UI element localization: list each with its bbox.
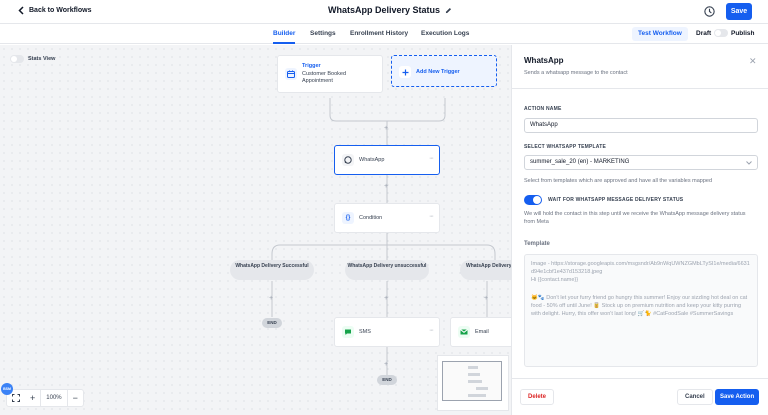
pencil-icon[interactable] [445, 7, 452, 14]
workflow-title: WhatsApp Delivery Status [328, 5, 452, 15]
add-step-plus[interactable]: + [269, 295, 273, 302]
zoom-in-button[interactable]: + [25, 390, 40, 406]
condition-node-label: Condition [359, 215, 383, 221]
close-icon[interactable]: ✕ [749, 56, 757, 67]
calendar-icon [285, 68, 297, 80]
workflow-title-text: WhatsApp Delivery Status [328, 5, 441, 15]
chevron-down-icon [746, 161, 752, 165]
tab-enrollment-history[interactable]: Enrollment History [350, 30, 408, 37]
template-select-value: summer_sale_20 (en) - MARKETING [530, 159, 630, 165]
tab-execution-logs[interactable]: Execution Logs [421, 30, 469, 37]
tab-settings[interactable]: Settings [310, 30, 336, 37]
save-action-button[interactable]: Save Action [715, 389, 760, 405]
end-marker: END [377, 375, 397, 385]
whatsapp-icon [342, 154, 354, 166]
sms-node-label: SMS [359, 329, 371, 335]
back-to-workflows-link[interactable]: Back to Workflows [18, 6, 92, 15]
wait-delivery-help: We will hold the contact in this step un… [524, 211, 746, 225]
template-image-line: Image - https://storage.googleapis.com/m… [531, 261, 750, 275]
more-icon[interactable]: ··· [429, 213, 434, 220]
condition-node[interactable]: {} Condition ··· [334, 203, 440, 233]
chevron-left-icon [18, 6, 24, 15]
add-new-trigger-button[interactable]: Add New Trigger [391, 55, 497, 87]
add-step-plus[interactable]: + [384, 125, 388, 132]
email-icon [458, 326, 470, 338]
template-message-line: 🐱🐾 Don't let your furry friend go hungry… [531, 295, 748, 317]
add-step-plus[interactable]: + [384, 183, 388, 190]
branch-failed[interactable]: WhatsApp Delivery Failed [460, 260, 511, 280]
add-step-plus[interactable]: + [384, 295, 388, 302]
delete-button[interactable]: Delete [520, 389, 555, 405]
template-section-label: Template [524, 241, 550, 247]
zoom-controls: + 100% − [6, 389, 84, 407]
action-name-input[interactable]: WhatsApp [524, 118, 758, 133]
add-step-plus[interactable]: + [484, 295, 488, 302]
panel-footer: Delete Cancel Save Action [512, 378, 768, 415]
more-icon[interactable]: ··· [429, 155, 434, 162]
branch-successful[interactable]: WhatsApp Delivery Successful [230, 260, 314, 280]
branch-unsuccessful[interactable]: WhatsApp Delivery unsuccessful [345, 260, 429, 280]
history-icon[interactable] [703, 5, 716, 18]
whatsapp-node-label: WhatsApp [359, 157, 385, 163]
trigger-node[interactable]: Trigger Customer Booked Appointment [277, 55, 383, 93]
workflow-canvas[interactable]: Stats View Trigger Customer Booked Appoi… [0, 45, 511, 415]
tab-builder[interactable]: Builder [273, 30, 296, 44]
template-greeting-line: Hi {{contact.name}} [531, 277, 579, 283]
whatsapp-node[interactable]: WhatsApp ··· [334, 145, 440, 175]
panel-subtitle: Sends a whatsapp message to the contact [524, 70, 628, 76]
plus-icon [399, 66, 411, 78]
tab-bar: Builder Settings Enrollment History Exec… [0, 24, 768, 44]
back-label: Back to Workflows [29, 7, 92, 14]
wait-delivery-label: WAIT FOR WHATSAPP MESSAGE DELIVERY STATU… [548, 197, 684, 203]
trigger-subtitle: Customer Booked Appointment [302, 71, 347, 84]
zoom-out-button[interactable]: − [68, 390, 83, 406]
draft-label: Draft [696, 30, 712, 37]
template-help-text: Select from templates which are approved… [524, 178, 713, 184]
minimap-nodes [468, 366, 488, 397]
add-step-plus[interactable]: + [384, 361, 388, 368]
publish-label: Publish [731, 30, 755, 37]
panel-title: WhatsApp [524, 56, 564, 65]
end-marker: END [262, 318, 282, 328]
user-avatar[interactable]: BSM [1, 383, 13, 395]
email-node-label: Email [475, 329, 489, 335]
email-node[interactable]: Email [450, 317, 511, 347]
template-select[interactable]: summer_sale_20 (en) - MARKETING [524, 155, 758, 170]
publish-toggle[interactable] [714, 29, 728, 37]
trigger-title: Trigger [302, 63, 321, 69]
test-workflow-button[interactable]: Test Workflow [632, 27, 688, 41]
zoom-level: 100% [40, 390, 68, 406]
more-icon[interactable]: ··· [429, 327, 434, 334]
wait-delivery-toggle[interactable] [524, 195, 542, 205]
action-config-panel: WhatsApp Sends a whatsapp message to the… [511, 45, 768, 415]
top-bar: Back to Workflows WhatsApp Delivery Stat… [0, 0, 768, 24]
save-button[interactable]: Save [726, 3, 752, 20]
action-name-label: ACTION NAME [524, 106, 562, 112]
panel-divider [512, 88, 768, 89]
template-preview: Image - https://storage.googleapis.com/m… [524, 254, 758, 367]
sms-icon [342, 326, 354, 338]
template-select-label: SELECT WHATSAPP TEMPLATE [524, 144, 607, 150]
sms-node[interactable]: SMS ··· [334, 317, 440, 347]
cancel-button[interactable]: Cancel [677, 389, 713, 405]
minimap[interactable] [437, 355, 509, 411]
condition-icon: {} [342, 212, 354, 224]
add-trigger-label: Add New Trigger [416, 69, 460, 75]
